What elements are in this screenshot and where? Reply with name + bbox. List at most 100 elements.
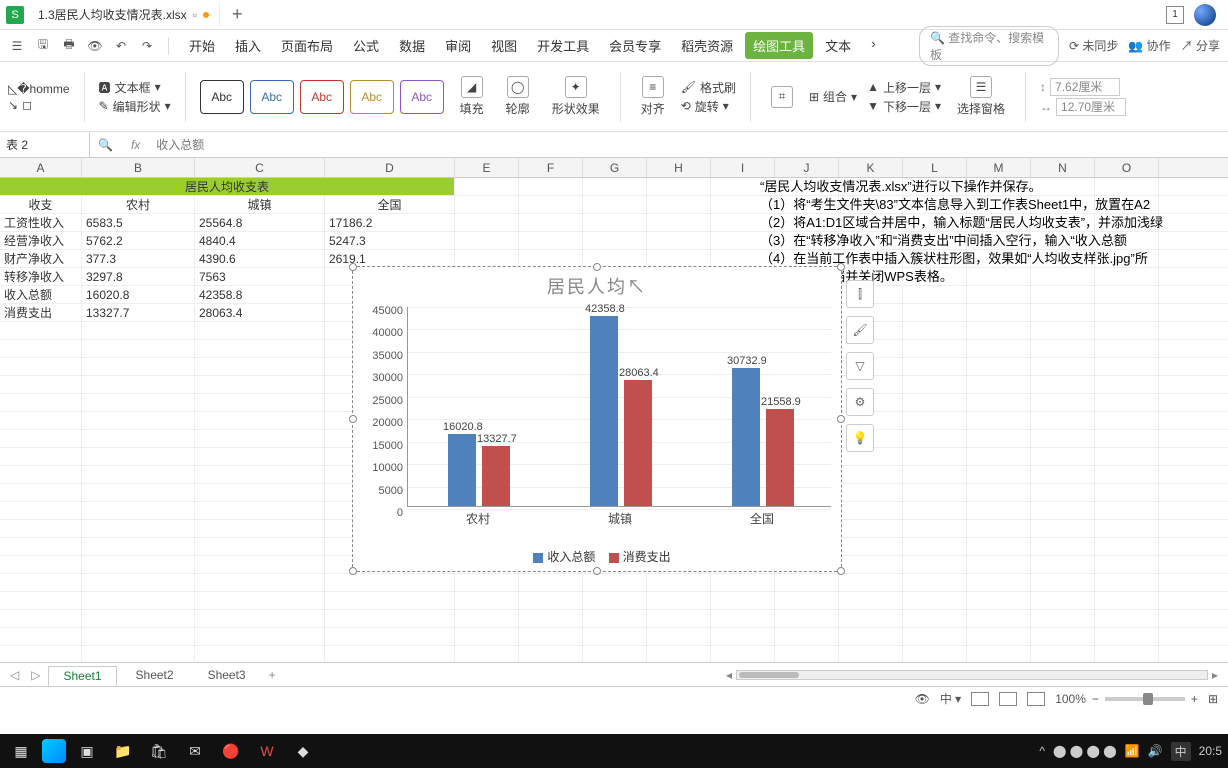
- sheet-tab-3[interactable]: Sheet3: [193, 665, 261, 685]
- chinese-icon[interactable]: 中 ▾: [940, 690, 961, 707]
- chart-idea-icon[interactable]: 💡: [846, 424, 874, 452]
- column-headers[interactable]: A B C D E F G H I J K L M N O: [0, 158, 1228, 178]
- tab-drawing[interactable]: 绘图工具: [745, 32, 813, 59]
- name-box[interactable]: 表 2: [0, 132, 90, 157]
- style-preset-4[interactable]: Abc: [350, 80, 394, 114]
- col-I[interactable]: I: [711, 158, 775, 177]
- tab-insert[interactable]: 插入: [227, 32, 269, 59]
- view-page-icon[interactable]: [999, 692, 1017, 706]
- fmtpaint-icon[interactable]: 🖌: [681, 80, 696, 94]
- add-sheet-button[interactable]: +: [265, 668, 280, 682]
- col-M[interactable]: M: [967, 158, 1031, 177]
- resize-handle[interactable]: [837, 415, 845, 423]
- view-break-icon[interactable]: [1027, 692, 1045, 706]
- sheet-nav-prev[interactable]: ▷: [27, 668, 44, 682]
- wifi-icon[interactable]: 📶: [1125, 744, 1140, 758]
- sheet-tab-2[interactable]: Sheet2: [121, 665, 189, 685]
- zoom-fx-icon[interactable]: 🔍: [90, 138, 121, 152]
- window-mode-icon[interactable]: 1: [1166, 6, 1184, 24]
- resize-handle[interactable]: [837, 567, 845, 575]
- tab-text[interactable]: 文本: [817, 32, 859, 59]
- chart-title[interactable]: 居民人均↖: [353, 267, 841, 299]
- chart-legend[interactable]: 收入总额 消费支出: [353, 548, 841, 565]
- editshape-icon[interactable]: ✎: [99, 99, 109, 113]
- col-L[interactable]: L: [903, 158, 967, 177]
- tab-layout[interactable]: 页面布局: [273, 32, 341, 59]
- tab-data[interactable]: 数据: [391, 32, 433, 59]
- tray-up-icon[interactable]: ^: [1039, 744, 1045, 758]
- chart-settings-icon[interactable]: ⚙: [846, 388, 874, 416]
- style-preset-1[interactable]: Abc: [200, 80, 244, 114]
- shape-styles[interactable]: Abc Abc Abc Abc Abc: [200, 80, 444, 114]
- eye-icon[interactable]: 👁: [915, 692, 930, 706]
- formula-value[interactable]: 收入总额: [150, 136, 210, 153]
- settings-icon[interactable]: ⊞: [1208, 692, 1218, 706]
- bring-fwd-icon[interactable]: ▲: [867, 80, 879, 94]
- save-icon[interactable]: 🖫: [34, 37, 52, 55]
- outline-button[interactable]: ◯轮廓: [500, 76, 536, 117]
- tab-view[interactable]: 视图: [483, 32, 525, 59]
- chart-style-icon[interactable]: 🖌: [846, 316, 874, 344]
- col-J[interactable]: J: [775, 158, 839, 177]
- col-B[interactable]: B: [82, 158, 195, 177]
- collab-button[interactable]: 👥 协作: [1128, 37, 1170, 54]
- col-F[interactable]: F: [519, 158, 583, 177]
- select-pane-button[interactable]: ☰选择窗格: [951, 76, 1011, 117]
- chart-filter-icon[interactable]: ▽: [846, 352, 874, 380]
- tab-close-icon[interactable]: ▫: [193, 8, 197, 22]
- sheet-tab-1[interactable]: Sheet1: [48, 666, 116, 686]
- ime-indicator[interactable]: 中: [1171, 742, 1191, 761]
- style-preset-2[interactable]: Abc: [250, 80, 294, 114]
- start-button[interactable]: ▦: [6, 738, 36, 764]
- unsync-button[interactable]: ⟳ 未同步: [1069, 37, 1118, 54]
- line-icon[interactable]: ↘: [8, 98, 18, 112]
- col-C[interactable]: C: [195, 158, 325, 177]
- resize-handle[interactable]: [349, 567, 357, 575]
- col-K[interactable]: K: [839, 158, 903, 177]
- sheet-nav-first[interactable]: ◁: [6, 668, 23, 682]
- chart-object[interactable]: 居民人均↖ 0500010000150002000025000300003500…: [352, 266, 842, 572]
- tab-resource[interactable]: 稻壳资源: [673, 32, 741, 59]
- wps-icon[interactable]: W: [252, 738, 282, 764]
- send-bwd-icon[interactable]: ▼: [867, 99, 879, 113]
- chart-elements-icon[interactable]: ⫿: [846, 280, 874, 308]
- explorer-icon[interactable]: 📁: [108, 738, 138, 764]
- tab-review[interactable]: 审阅: [437, 32, 479, 59]
- clock[interactable]: 20:5: [1199, 744, 1222, 758]
- share-button[interactable]: ↗ 分享: [1181, 37, 1220, 54]
- zoom-control[interactable]: 100% −+: [1055, 692, 1198, 706]
- undo-icon[interactable]: ↶: [112, 37, 130, 55]
- fill-button[interactable]: ◢填充: [454, 76, 490, 117]
- style-preset-5[interactable]: Abc: [400, 80, 444, 114]
- width-input[interactable]: [1056, 98, 1126, 116]
- combine-icon[interactable]: ⊞: [809, 90, 819, 104]
- redo-icon[interactable]: ↷: [138, 37, 156, 55]
- tab-start[interactable]: 开始: [181, 32, 223, 59]
- insert-shape-icon[interactable]: ◺�homme: [8, 82, 70, 96]
- resize-handle[interactable]: [349, 415, 357, 423]
- command-search[interactable]: 🔍 查找命令、搜索模板: [919, 26, 1059, 66]
- textbox-icon[interactable]: 🅰: [99, 79, 111, 96]
- rotate-icon[interactable]: ⟲: [681, 99, 691, 113]
- col-D[interactable]: D: [325, 158, 455, 177]
- store-icon[interactable]: 🛍: [144, 738, 174, 764]
- app2-icon[interactable]: ◆: [288, 738, 318, 764]
- mail-icon[interactable]: ✉: [180, 738, 210, 764]
- tab-dev[interactable]: 开发工具: [529, 32, 597, 59]
- fx-label[interactable]: fx: [121, 138, 150, 152]
- tray-icons[interactable]: ⬤ ⬤ ⬤ ⬤: [1053, 744, 1117, 758]
- horizontal-scrollbar[interactable]: ◂▸: [722, 669, 1222, 681]
- new-tab-button[interactable]: +: [220, 4, 255, 25]
- print-icon[interactable]: 🖶: [60, 37, 78, 55]
- col-O[interactable]: O: [1095, 158, 1159, 177]
- height-input[interactable]: [1050, 78, 1120, 96]
- tab-formula[interactable]: 公式: [345, 32, 387, 59]
- terminal-icon[interactable]: ▣: [72, 738, 102, 764]
- shapefx-button[interactable]: ✦形状效果: [546, 76, 606, 117]
- edge-icon[interactable]: [42, 739, 66, 763]
- col-G[interactable]: G: [583, 158, 647, 177]
- tab-member[interactable]: 会员专享: [601, 32, 669, 59]
- sound-icon[interactable]: 🔊: [1148, 744, 1163, 758]
- menu-icon[interactable]: ☰: [8, 37, 26, 55]
- group-button[interactable]: ⌗: [765, 86, 799, 108]
